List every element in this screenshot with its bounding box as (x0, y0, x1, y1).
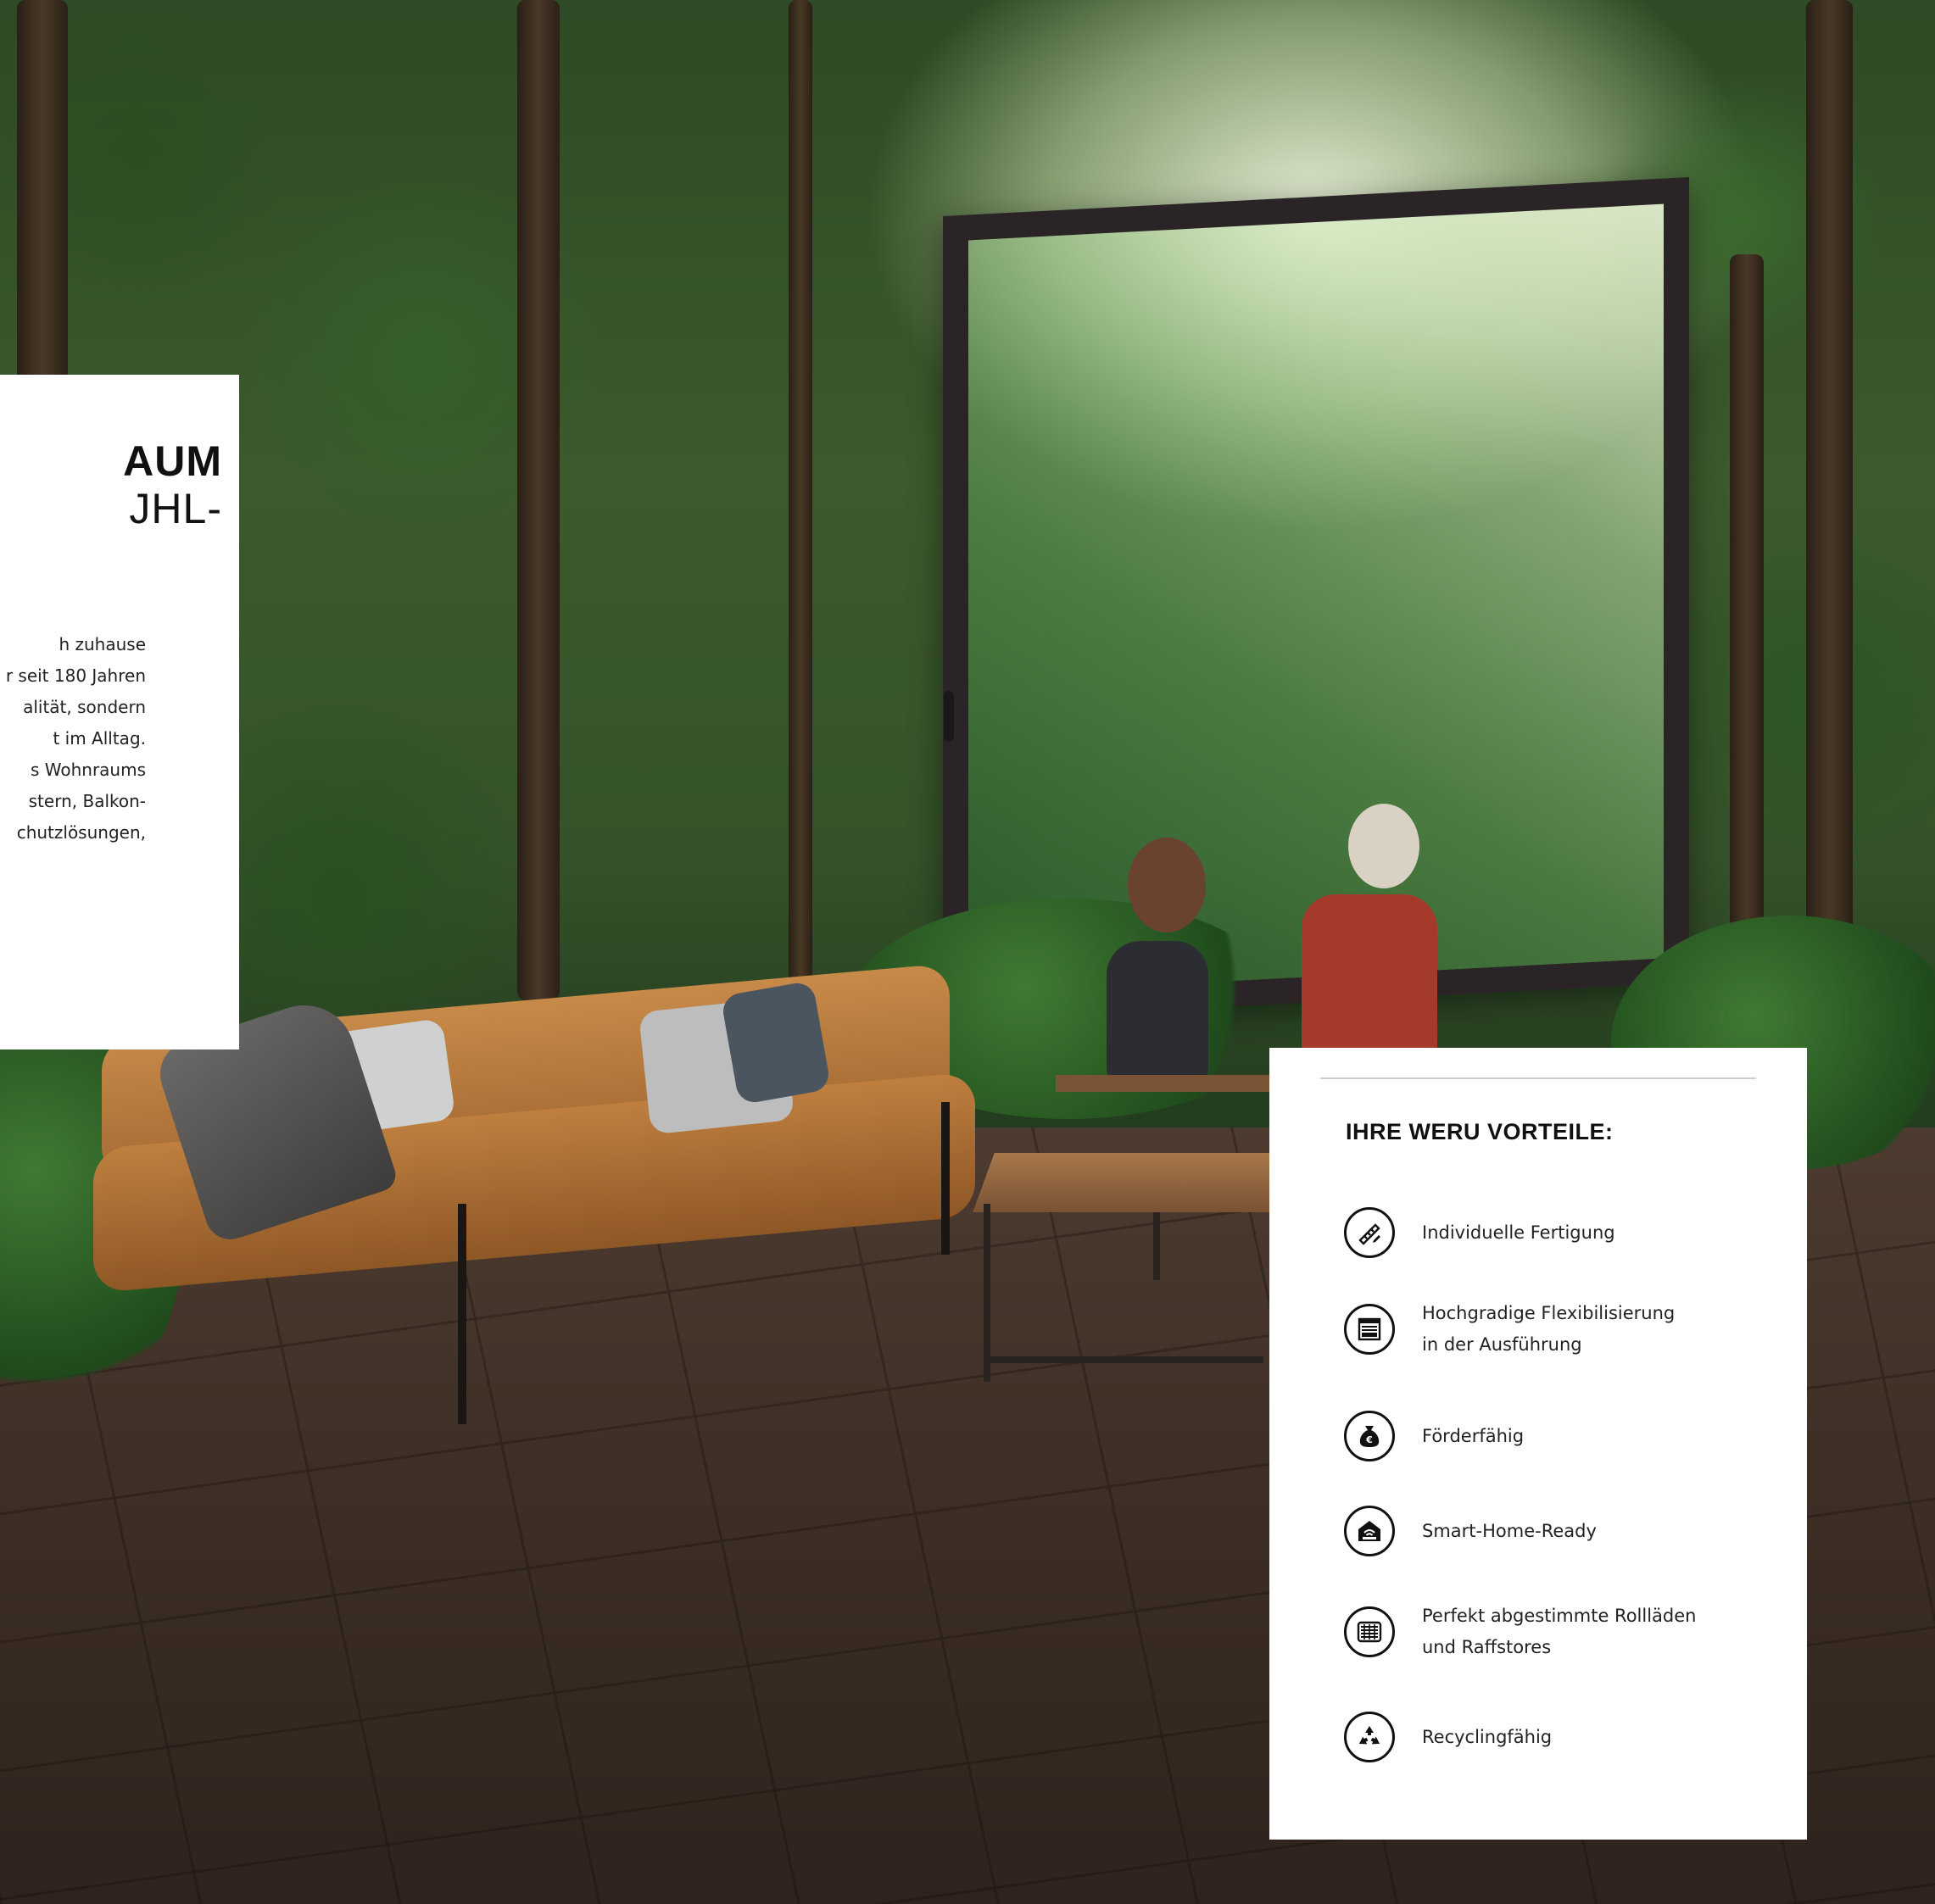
benefit-item: € Förderfähig (1344, 1411, 1524, 1461)
benefit-item: Perfekt abgestimmte Rollläden und Raffst… (1344, 1601, 1696, 1663)
sofa-leg (458, 1204, 466, 1424)
intro-body: h zuhause r seit 180 Jahren alität, sond… (0, 629, 146, 849)
sofa-leg (941, 1102, 950, 1255)
child-boy-head (1348, 804, 1419, 888)
body-line: r seit 180 Jahren (5, 665, 146, 686)
body-line: t im Alltag. (53, 728, 146, 749)
benefit-text: Individuelle Fertigung (1422, 1217, 1615, 1249)
benefit-line: Förderfähig (1422, 1425, 1525, 1446)
benefit-text: Smart-Home-Ready (1422, 1516, 1597, 1547)
tree-trunk (17, 0, 68, 390)
tree-trunk (1730, 254, 1764, 1017)
child-boy (1302, 894, 1437, 1064)
ruler-pencil-icon (1344, 1207, 1395, 1258)
benefit-line: Hochgradige Flexibilisierung (1422, 1303, 1676, 1323)
benefit-line: Recyclingfähig (1422, 1726, 1553, 1747)
large-window-frame (943, 176, 1689, 1022)
benefit-item: Recyclingfähig (1344, 1712, 1552, 1762)
body-line: s Wohnraums (30, 760, 146, 780)
recycling-icon (1344, 1712, 1395, 1762)
headline-bold: AUM (123, 437, 222, 485)
benefit-text: Hochgradige Flexibilisierung in der Ausf… (1422, 1298, 1675, 1361)
body-line: h zuhause (59, 634, 146, 654)
tree-trunk (789, 0, 812, 1000)
benefit-item: Hochgradige Flexibilisierung in der Ausf… (1344, 1298, 1675, 1361)
money-bag-euro-icon: € (1344, 1411, 1395, 1461)
benefits-panel: IHRE WERU VORTEILE: Individuelle Fertigu… (1269, 1048, 1807, 1840)
tree-trunk (517, 0, 560, 1000)
body-line: alität, sondern (23, 697, 146, 717)
body-line: stern, Balkon- (28, 791, 146, 811)
benefit-item: Smart-Home-Ready (1344, 1506, 1597, 1556)
benefit-text: Recyclingfähig (1422, 1722, 1552, 1753)
window-blind-icon (1344, 1304, 1395, 1355)
benefit-line: Individuelle Fertigung (1422, 1222, 1615, 1243)
svg-text:€: € (1365, 1434, 1373, 1445)
benefits-title: IHRE WERU VORTEILE: (1346, 1119, 1614, 1144)
smart-home-icon (1344, 1506, 1395, 1556)
table-leg (1153, 1212, 1160, 1280)
body-line: chutzlösungen, (16, 822, 146, 843)
benefit-item: Individuelle Fertigung (1344, 1207, 1615, 1258)
benefit-line: in der Ausführung (1422, 1334, 1582, 1355)
roller-shutter-icon (1344, 1606, 1395, 1657)
headline-light: JHL- (129, 485, 222, 532)
benefit-line: Smart-Home-Ready (1422, 1520, 1597, 1541)
table-base (984, 1356, 1263, 1363)
divider (1320, 1077, 1756, 1079)
benefit-text: Förderfähig (1422, 1421, 1524, 1452)
child-girl (1107, 941, 1208, 1085)
benefit-text: Perfekt abgestimmte Rollläden und Raffst… (1422, 1601, 1696, 1663)
intro-headline: AUM JHL- (0, 437, 222, 532)
window-handle (944, 691, 954, 742)
table-leg (984, 1204, 990, 1382)
child-girl-head (1128, 838, 1206, 933)
intro-panel: AUM JHL- h zuhause r seit 180 Jahren ali… (0, 375, 239, 1049)
cushion (720, 980, 832, 1105)
benefit-line: Perfekt abgestimmte Rollläden (1422, 1606, 1697, 1626)
benefit-line: und Raffstores (1422, 1637, 1552, 1657)
